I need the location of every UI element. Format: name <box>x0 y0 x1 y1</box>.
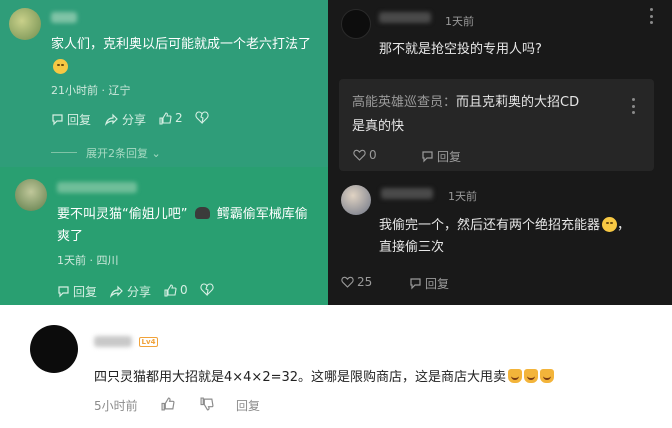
heart-icon <box>341 276 354 288</box>
reply-time: 1天前 <box>445 15 474 28</box>
avatar[interactable] <box>341 9 371 39</box>
thumbs-up-icon <box>159 111 172 125</box>
share-icon <box>105 113 118 126</box>
reply-button[interactable]: 回复 <box>57 283 97 300</box>
reply-icon <box>58 286 69 298</box>
comment-text: 要不叫灵猫“偷姐儿吧” 鳄霸偷军械库偷 <box>57 207 308 222</box>
reply-time: 1天前 <box>448 190 477 203</box>
comment-card-1: 家人们，克利奥以后可能就成一个老六打法了 21小时前 · 辽宁 回复 分享 2 … <box>0 0 328 167</box>
share-button[interactable]: 分享 <box>110 283 151 300</box>
like-button[interactable] <box>161 397 175 411</box>
reply-icon <box>410 278 421 290</box>
reply-icon <box>52 114 63 126</box>
dislike-button[interactable] <box>195 111 209 124</box>
broken-heart-icon <box>200 283 214 296</box>
cat-emoji-icon <box>508 369 523 383</box>
emoji-smile <box>51 56 68 75</box>
level-badge: Lv4 <box>139 337 158 347</box>
share-icon <box>110 285 123 298</box>
reply-text-line2: 直接偷三次 <box>379 240 445 255</box>
username-blurred[interactable] <box>57 182 137 193</box>
comment-text: 家人们，克利奥以后可能就成一个老六打法了 <box>51 37 312 52</box>
cat-icon <box>194 207 210 219</box>
comment-text: 四只灵猫都用大招就是4×4×2=32。这哪是限购商店，这是商店大甩卖 <box>94 366 555 385</box>
avatar[interactable] <box>30 325 78 373</box>
cat-emoji-icon <box>540 369 555 383</box>
dislike-button[interactable] <box>200 283 214 296</box>
avatar[interactable] <box>9 8 41 40</box>
expand-replies-divider <box>51 152 77 153</box>
username-blurred[interactable] <box>379 12 431 23</box>
like-button[interactable]: 2 <box>159 111 183 125</box>
like-button[interactable]: 0 <box>353 148 377 162</box>
reply-button[interactable]: 回复 <box>236 397 260 414</box>
reply-text: 那不就是抢空投的专用人吗? <box>379 42 542 57</box>
more-options-icon[interactable] <box>632 98 636 114</box>
share-button[interactable]: 分享 <box>105 111 146 128</box>
quoted-line2: 是真的快 <box>352 119 405 134</box>
username-blurred[interactable] <box>51 12 77 23</box>
comment-card-2: 要不叫灵猫“偷姐儿吧” 鳄霸偷军械库偷 爽了 1天前 · 四川 回复 分享 0 <box>0 167 328 305</box>
broken-heart-icon <box>195 111 209 124</box>
avatar[interactable] <box>15 179 47 211</box>
reply-icon <box>422 151 433 163</box>
emoji-smirk <box>602 217 618 232</box>
heart-icon <box>353 149 366 161</box>
more-options-icon[interactable] <box>650 8 654 24</box>
quoted-line1: 高能英雄巡查员：而且克莉奥的大招CD <box>352 95 580 110</box>
comment-meta: 1天前 · 四川 <box>57 254 119 267</box>
cat-emoji-icon <box>524 369 539 383</box>
thumbs-down-icon <box>200 397 214 411</box>
avatar[interactable] <box>341 185 371 215</box>
comment-meta: 21小时前 · 辽宁 <box>51 84 131 97</box>
comment-text-line2: 爽了 <box>57 229 84 244</box>
thumbs-up-icon <box>164 283 177 297</box>
expand-replies-button[interactable]: 展开2条回复 ⌄ <box>86 145 161 161</box>
thumbs-up-icon <box>161 397 175 411</box>
dislike-button[interactable] <box>200 397 214 411</box>
reply-text: 我偷完一个，然后还有两个绝招充能器， <box>379 217 631 233</box>
reply-button[interactable]: 回复 <box>421 148 461 165</box>
username-blurred[interactable] <box>381 188 433 199</box>
chevron-down-icon: ⌄ <box>151 147 161 160</box>
username-blurred[interactable] <box>94 336 132 347</box>
reply-button[interactable]: 回复 <box>409 275 449 292</box>
reply-button[interactable]: 回复 <box>51 111 91 128</box>
like-button[interactable]: 25 <box>341 275 372 289</box>
like-button[interactable]: 0 <box>164 283 188 297</box>
comment-time: 5小时前 <box>94 399 138 413</box>
